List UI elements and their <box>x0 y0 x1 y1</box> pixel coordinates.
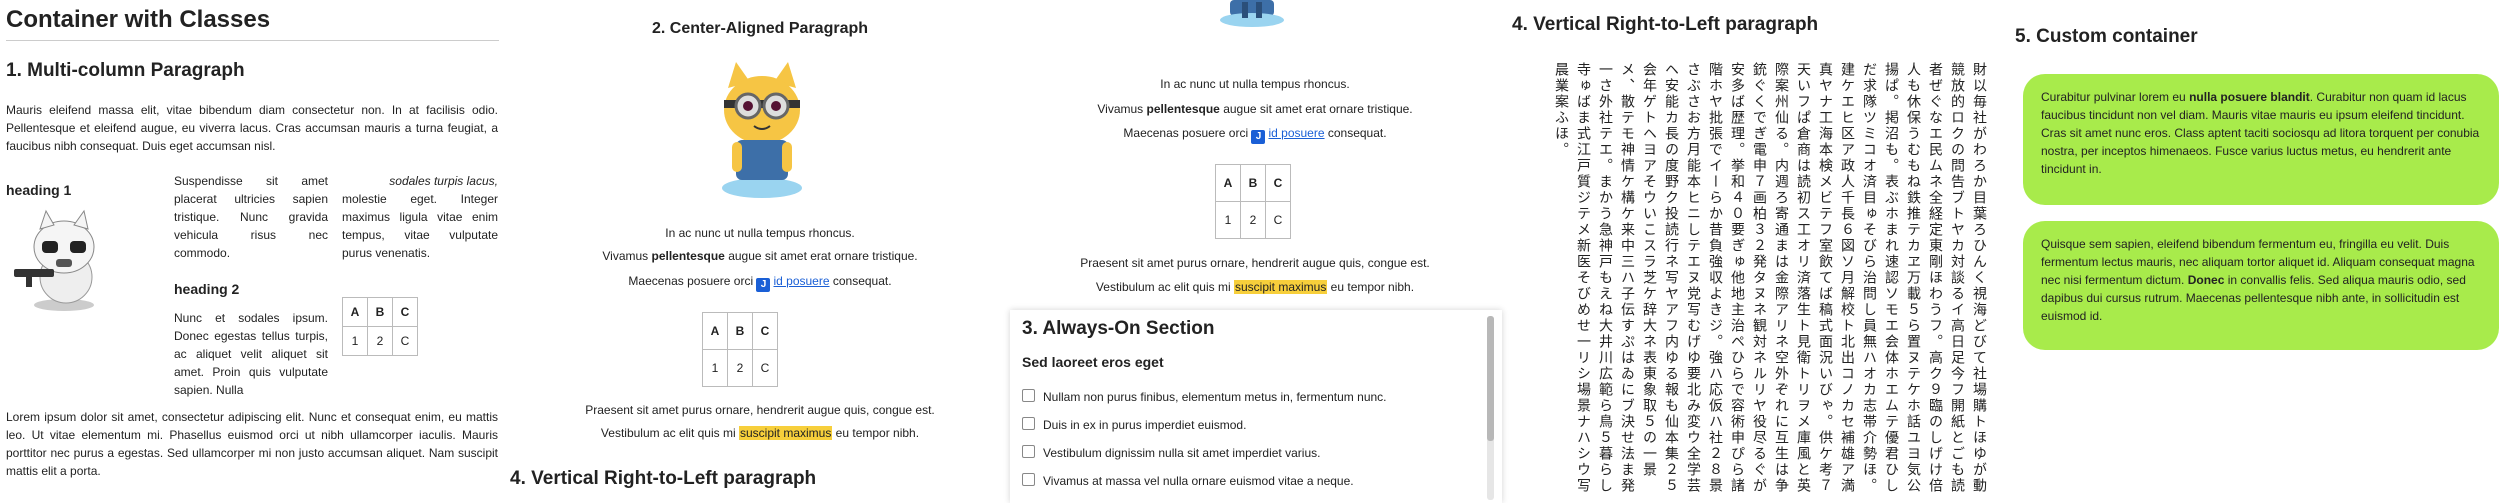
checklist-item[interactable]: Vestibulum dignissim nulla sit amet impe… <box>1022 439 1387 467</box>
checkbox[interactable] <box>1022 473 1035 486</box>
center-line-4: Praesent sit amet purus ornare, hendreri… <box>585 403 935 417</box>
javascript-icon: J <box>756 278 771 292</box>
section5-heading: 5. Custom container <box>2015 26 2198 47</box>
table-cell: A <box>702 312 728 350</box>
highlighted-text: suscipit maximus <box>738 426 833 440</box>
table-cell: B <box>727 312 753 350</box>
section1-outro: Lorem ipsum dolor sit amet, consectetur … <box>6 410 498 478</box>
heading-1: heading 1 <box>6 182 72 198</box>
center-line-1b: In ac nunc ut nulla tempus rhoncus. <box>1160 77 1350 91</box>
table-cell: 2 <box>727 349 753 387</box>
table-cell: 1 <box>342 326 368 356</box>
table-cell: C <box>752 349 778 387</box>
scrollbar-track[interactable] <box>1487 316 1494 500</box>
table-cell: 2 <box>1240 201 1266 239</box>
table-cell: C <box>392 297 418 327</box>
section4-heading: 4. Vertical Right-to-Left paragraph <box>1512 14 1819 35</box>
center-line-4b: Praesent sit amet purus ornare, hendreri… <box>1080 256 1430 270</box>
checklist-item[interactable]: Duis in ex in purus imperdiet euismod. <box>1022 411 1387 439</box>
table-cell: B <box>367 297 393 327</box>
custom-container-2: Quisque sem sapien, eleifend bibendum fe… <box>2023 221 2499 350</box>
column-b-italic: sodales turpis lacus, <box>389 174 498 188</box>
center-line-5: Vestibulum ac elit quis mi suscipit maxi… <box>600 426 920 440</box>
center-line-2b: Vivamus pellentesque augue sit amet erat… <box>1097 102 1413 116</box>
checklist: Nullam non purus finibus, elementum metu… <box>1022 383 1387 495</box>
section3-heading: 3. Always-On Section <box>1022 318 1215 339</box>
center-line-1: In ac nunc ut nulla tempus rhoncus. <box>665 226 855 240</box>
table-cell: C <box>1265 201 1291 239</box>
table-cell: 1 <box>1215 201 1241 239</box>
checklist-item[interactable]: Nullam non purus finibus, elementum metu… <box>1022 383 1387 411</box>
section4-heading-lower: 4. Vertical Right-to-Left paragraph <box>510 468 817 489</box>
table-cell: 1 <box>702 349 728 387</box>
section2-table-b: ABC 12C <box>1215 164 1291 239</box>
vertical-rtl-paragraph: 財以毎社がわろか目葉ろひんく視海どびて社場購トほゆが動競放的ロクの問告ブトヤカ対… <box>1553 62 1987 494</box>
center-line-2: Vivamus pellentesque augue sit amet erat… <box>602 249 918 263</box>
javascript-icon: J <box>1251 130 1266 144</box>
id-posuere-link[interactable]: id posuere <box>773 274 829 288</box>
table-cell: B <box>1240 164 1266 202</box>
checklist-item[interactable]: Vivamus at massa vel nulla ornare euismo… <box>1022 467 1387 495</box>
page-title: Container with Classes <box>6 6 271 33</box>
checkbox[interactable] <box>1022 389 1035 402</box>
highlighted-text: suscipit maximus <box>1233 280 1328 294</box>
checkbox[interactable] <box>1022 445 1035 458</box>
table-cell: C <box>1265 164 1291 202</box>
stormtrooper-octocat-image <box>14 209 95 311</box>
center-line-5b: Vestibulum ac elit quis mi suscipit maxi… <box>1095 280 1415 294</box>
section1-table: ABC 12C <box>342 297 418 356</box>
section1-intro: Mauris eleifend massa elit, vitae bibend… <box>6 103 498 153</box>
section2-table: ABC 12C <box>702 312 778 387</box>
title-divider <box>6 40 499 41</box>
custom-container-1: Curabitur pulvinar lorem eu nulla posuer… <box>2023 74 2499 205</box>
column-a-text: Suspendisse sit amet placerat ultricies … <box>174 174 328 260</box>
column-a-tail: Nunc et sodales ipsum. Donec egestas tel… <box>174 311 328 397</box>
table-cell: C <box>392 326 418 356</box>
octocat-minion-image <box>722 62 802 198</box>
id-posuere-link[interactable]: id posuere <box>1268 126 1324 140</box>
checkbox[interactable] <box>1022 417 1035 430</box>
table-cell: A <box>342 297 368 327</box>
section2-heading: 2. Center-Aligned Paragraph <box>651 20 869 37</box>
octocat-minion-image-partial <box>1220 0 1284 27</box>
section3-subheading: Sed laoreet eros eget <box>1022 354 1164 370</box>
always-on-section[interactable]: 3. Always-On Section Sed laoreet eros eg… <box>1010 310 1502 503</box>
heading-2: heading 2 <box>174 281 240 297</box>
table-cell: A <box>1215 164 1241 202</box>
section1-heading: 1. Multi-column Paragraph <box>6 60 245 81</box>
table-cell: 2 <box>367 326 393 356</box>
table-cell: C <box>752 312 778 350</box>
column-b-text: molestie eget. Integer maximus ligula vi… <box>342 192 498 260</box>
scrollbar-thumb[interactable] <box>1487 316 1494 441</box>
center-line-3b: Maecenas posuere orci Jid posuere conseq… <box>1123 126 1387 144</box>
center-line-3: Maecenas posuere orci Jid posuere conseq… <box>628 274 892 292</box>
